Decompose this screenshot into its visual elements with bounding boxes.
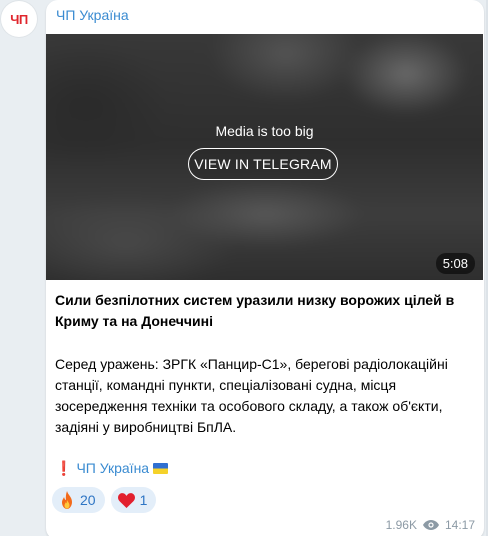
heart-count: 1 [139,492,148,508]
channel-name[interactable]: ЧП Україна [56,7,129,23]
reactions-bar: 20 1 [52,487,157,513]
fire-count: 20 [80,492,96,508]
ukraine-flag-icon [153,463,169,474]
view-in-telegram-button[interactable]: VIEW IN TELEGRAM [188,148,338,180]
post-signature[interactable]: ❗ ЧП Україна [55,458,169,479]
message-time: 14:17 [444,518,475,532]
message-bubble: ЧП Україна Media is too big VIEW IN TELE… [46,0,484,536]
heart-icon [117,492,135,508]
views-count: 1.96K [385,518,417,532]
reaction-heart[interactable]: 1 [110,487,157,513]
reaction-fire[interactable]: 20 [52,487,105,513]
post-body: Серед уражень: ЗРГК «Панцир-С1», берегов… [55,356,448,435]
media-too-big-message: Media is too big [215,123,314,139]
video-duration-badge: 5:08 [435,253,475,274]
eye-icon [422,520,439,530]
message-meta: 1.96K 14:17 [386,518,475,532]
media-preview[interactable]: Media is too big VIEW IN TELEGRAM 5:08 [46,34,483,280]
chat-view: ЧП ЧП Україна Media is too big VIEW IN T… [0,0,488,536]
avatar-text: ЧП [10,11,28,27]
fire-icon [62,491,72,509]
channel-avatar[interactable]: ЧП [1,1,37,37]
signature-text: ЧП Україна [76,460,150,476]
post-headline: Сили безпілотних систем уразили низку во… [55,292,455,329]
exclamation-icon: ❗ [55,460,73,476]
